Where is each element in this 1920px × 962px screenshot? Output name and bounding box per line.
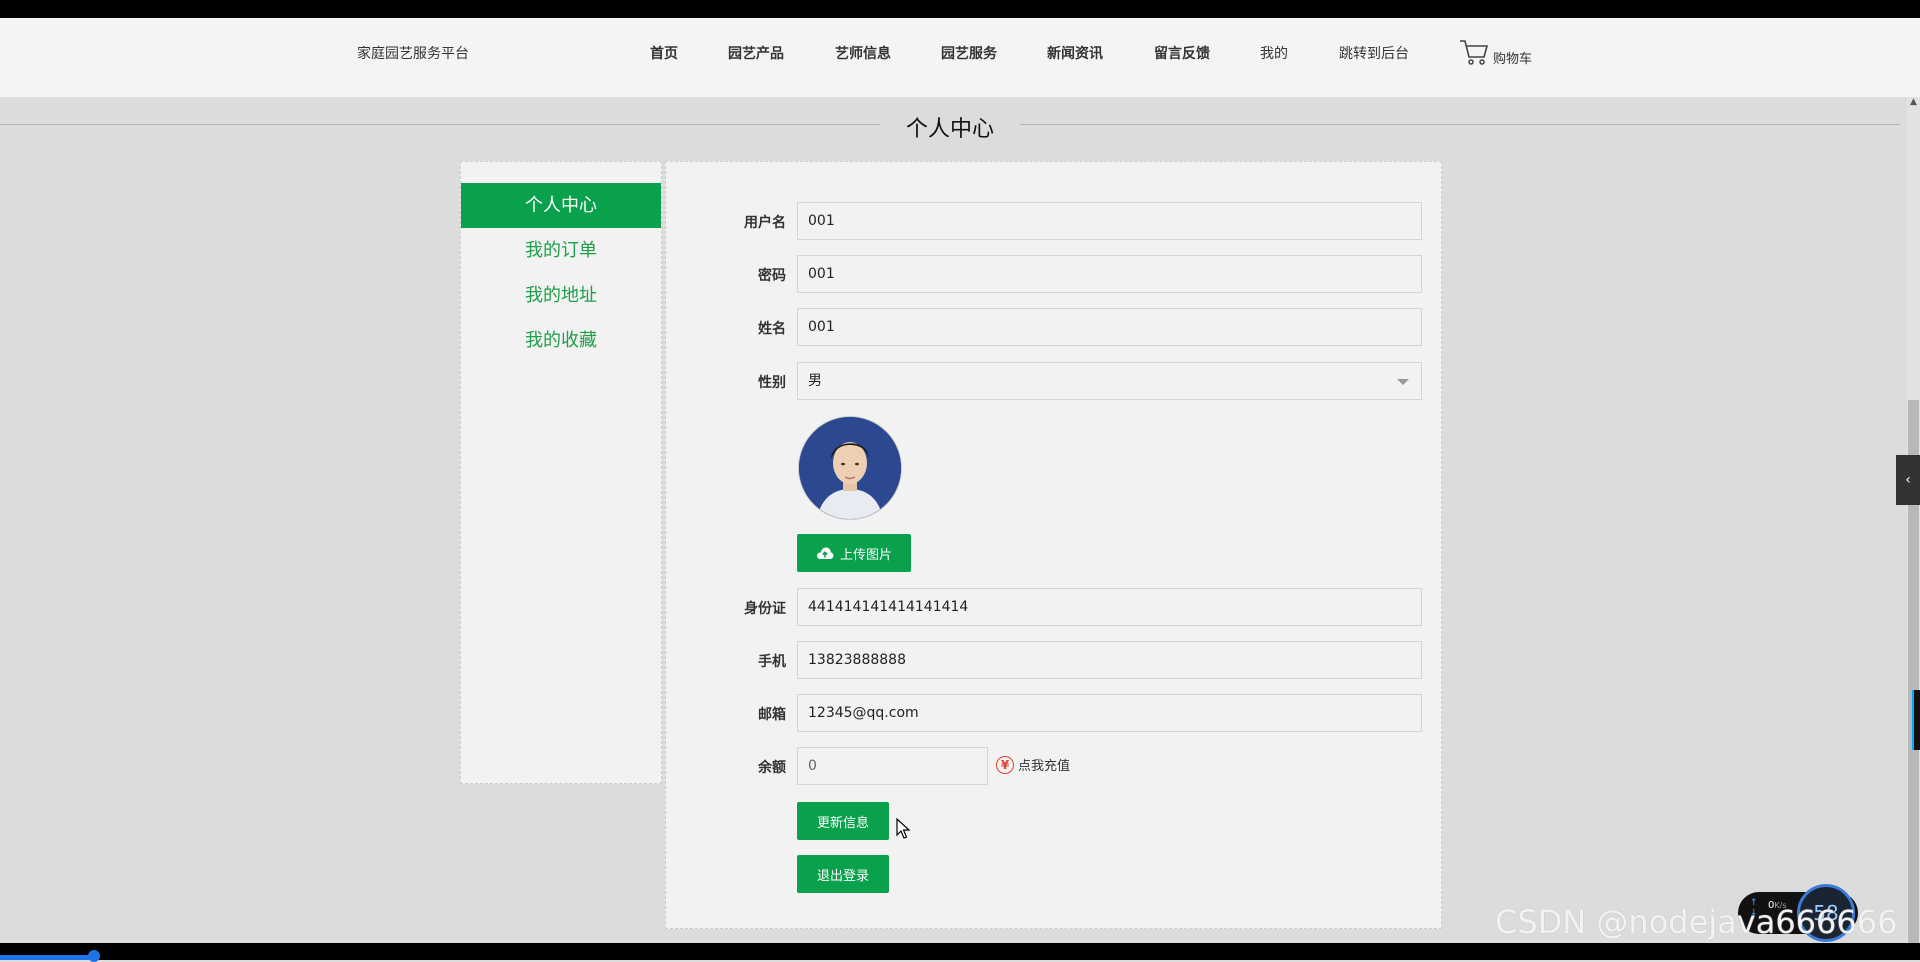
upload-image-label: 上传图片 bbox=[839, 547, 892, 563]
username-field[interactable]: 001 bbox=[797, 202, 1422, 240]
screen-top-bar bbox=[0, 0, 1920, 18]
nav-feedback[interactable]: 留言反馈 bbox=[1154, 43, 1210, 63]
nav-home[interactable]: 首页 bbox=[650, 43, 678, 63]
sidebar-item-orders[interactable]: 我的订单 bbox=[461, 228, 661, 273]
balance-label: 余额 bbox=[758, 760, 786, 776]
sidebar-item-favorites[interactable]: 我的收藏 bbox=[461, 318, 661, 363]
password-field[interactable]: 001 bbox=[797, 255, 1422, 293]
top-navbar: 家庭园艺服务平台 首页 园艺产品 艺师信息 园艺服务 新闻资讯 留言反馈 我的 … bbox=[0, 18, 1920, 98]
idcard-label: 身份证 bbox=[744, 601, 786, 617]
cart-icon bbox=[1460, 40, 1489, 65]
name-field[interactable]: 001 bbox=[797, 308, 1422, 346]
gender-label: 性别 bbox=[758, 375, 786, 391]
nav-gardeners[interactable]: 艺师信息 bbox=[835, 43, 891, 63]
update-info-button[interactable]: 更新信息 bbox=[797, 802, 889, 840]
nav-mine[interactable]: 我的 bbox=[1260, 43, 1288, 63]
watermark: CSDN @nodejava666666 bbox=[1495, 903, 1898, 941]
scroll-up-icon[interactable]: ▲ bbox=[1907, 97, 1920, 111]
upload-image-button[interactable]: 上传图片 bbox=[797, 534, 911, 572]
video-progress-bar[interactable] bbox=[0, 955, 95, 960]
recharge-link[interactable]: ¥ 点我充值 bbox=[996, 755, 1070, 774]
gender-value: 男 bbox=[808, 373, 822, 389]
gender-select[interactable]: 男 bbox=[797, 362, 1422, 400]
profile-form: 用户名 001 密码 001 姓名 001 性别 男 上传图片 身份证 4414… bbox=[665, 161, 1442, 929]
avatar bbox=[798, 416, 902, 520]
sidebar-item-addresses[interactable]: 我的地址 bbox=[461, 273, 661, 318]
screen-bottom-bar bbox=[0, 943, 1920, 960]
recharge-label: 点我充值 bbox=[1018, 759, 1071, 774]
email-label: 邮箱 bbox=[758, 707, 786, 723]
cart-label: 购物车 bbox=[1493, 52, 1533, 67]
site-brand[interactable]: 家庭园艺服务平台 bbox=[357, 43, 469, 63]
nav-services[interactable]: 园艺服务 bbox=[941, 43, 997, 63]
mouse-cursor-icon bbox=[896, 818, 911, 839]
title-divider-right bbox=[1020, 124, 1900, 125]
phone-label: 手机 bbox=[758, 654, 786, 670]
email-field[interactable]: 12345@qq.com bbox=[797, 694, 1422, 732]
phone-field[interactable]: 13823888888 bbox=[797, 641, 1422, 679]
avatar-portrait-icon bbox=[799, 417, 901, 519]
sidebar-item-profile[interactable]: 个人中心 bbox=[461, 183, 661, 228]
page-title: 个人中心 bbox=[905, 117, 994, 142]
progress-knob[interactable] bbox=[88, 950, 100, 962]
yen-icon: ¥ bbox=[996, 755, 1014, 774]
cart-link[interactable]: 购物车 bbox=[1459, 38, 1533, 67]
title-divider-left bbox=[0, 124, 880, 125]
logout-button[interactable]: 退出登录 bbox=[797, 855, 889, 893]
name-label: 姓名 bbox=[758, 321, 786, 337]
password-label: 密码 bbox=[758, 268, 786, 284]
user-sidebar: 个人中心 我的订单 我的地址 我的收藏 bbox=[460, 161, 662, 784]
chevron-left-icon[interactable]: ‹ bbox=[1896, 455, 1920, 505]
side-panel-tab[interactable] bbox=[1912, 690, 1920, 750]
chevron-down-icon bbox=[1397, 379, 1409, 385]
idcard-field[interactable]: 441414141414141414 bbox=[797, 588, 1422, 626]
username-label: 用户名 bbox=[744, 215, 786, 231]
nav-products[interactable]: 园艺产品 bbox=[728, 43, 784, 63]
balance-field: 0 bbox=[797, 747, 988, 785]
nav-news[interactable]: 新闻资讯 bbox=[1047, 43, 1103, 63]
cloud-upload-icon bbox=[817, 547, 834, 559]
nav-admin[interactable]: 跳转到后台 bbox=[1339, 43, 1409, 63]
